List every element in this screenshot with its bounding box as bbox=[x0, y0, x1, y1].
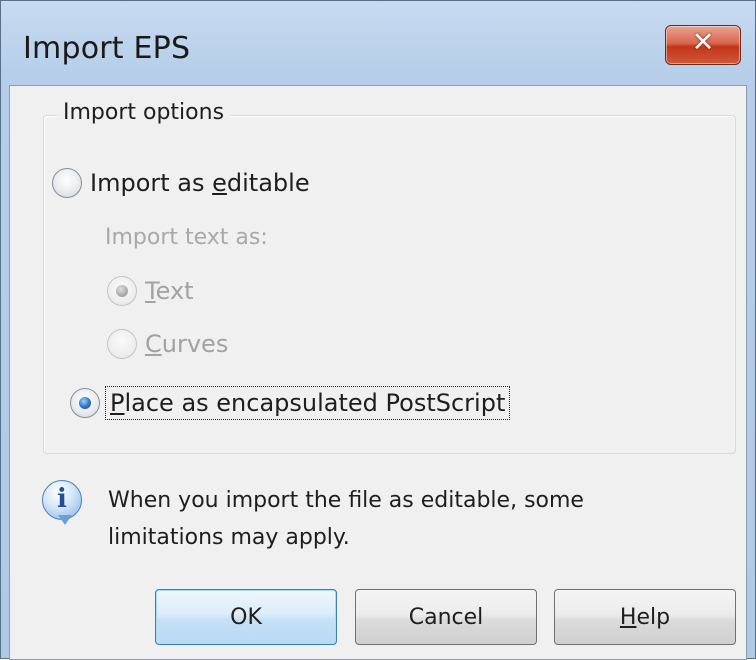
import-text-as-text-option: Text bbox=[107, 276, 194, 306]
cancel-button[interactable]: Cancel bbox=[355, 589, 537, 645]
import-as-editable-label: Import as editable bbox=[90, 169, 310, 197]
title-bar[interactable]: Import EPS ✕ bbox=[1, 1, 755, 93]
info-message-line-2: limitations may apply. bbox=[108, 525, 350, 550]
info-message-line-1: When you import the file as editable, so… bbox=[108, 488, 584, 513]
curves-label: Curves bbox=[145, 330, 229, 358]
info-icon: i bbox=[42, 480, 82, 520]
close-button[interactable]: ✕ bbox=[665, 25, 741, 65]
text-label: Text bbox=[145, 277, 194, 305]
import-as-editable-radio[interactable] bbox=[52, 168, 82, 198]
import-eps-dialog: Import EPS ✕ Import options Import as ed… bbox=[0, 0, 756, 660]
place-as-eps-radio[interactable] bbox=[70, 388, 100, 418]
place-as-eps-label: Place as encapsulated PostScript bbox=[104, 386, 511, 420]
help-button[interactable]: Help bbox=[554, 589, 736, 645]
import-text-as-label: Import text as: bbox=[105, 225, 268, 250]
import-options-label: Import options bbox=[57, 100, 231, 125]
close-icon: ✕ bbox=[691, 27, 715, 58]
ok-button[interactable]: OK bbox=[155, 589, 337, 645]
dialog-body: Import options Import as editable Import… bbox=[9, 85, 747, 660]
info-icon-tail bbox=[58, 515, 72, 525]
info-message: When you import the file as editable, so… bbox=[108, 482, 708, 556]
place-as-eps-option[interactable]: Place as encapsulated PostScript bbox=[70, 386, 511, 420]
text-radio bbox=[107, 276, 137, 306]
dialog-title: Import EPS bbox=[23, 31, 191, 66]
import-as-editable-option[interactable]: Import as editable bbox=[52, 168, 310, 198]
curves-radio bbox=[107, 329, 137, 359]
import-text-as-curves-option: Curves bbox=[107, 329, 228, 359]
